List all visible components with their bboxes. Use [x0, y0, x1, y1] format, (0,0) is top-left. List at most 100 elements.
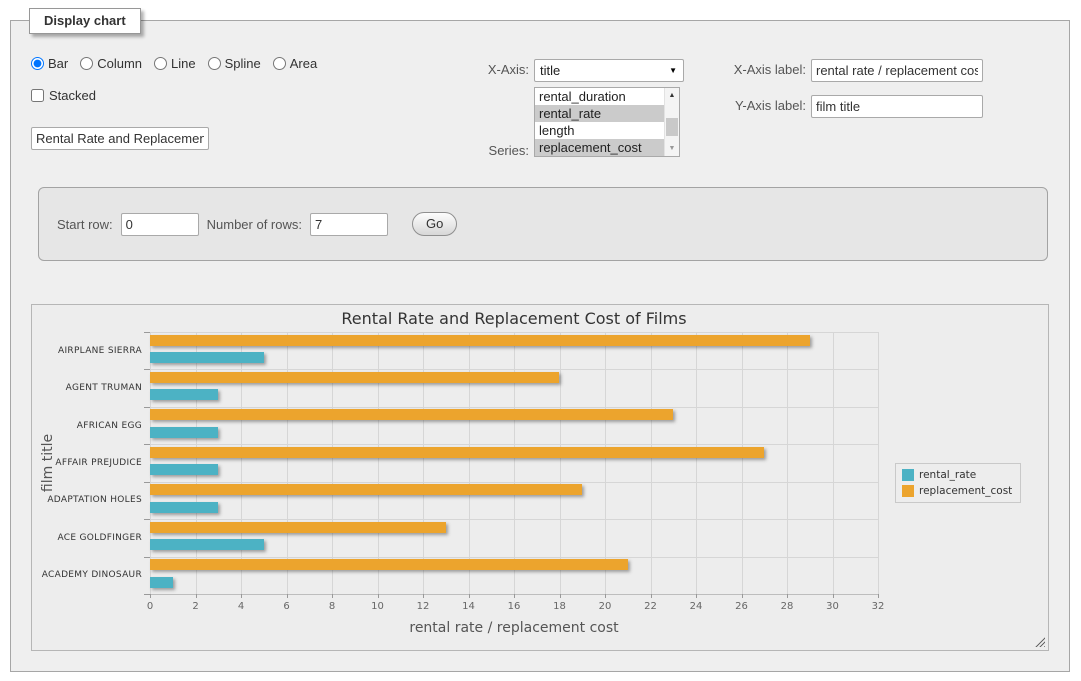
series-scrollbar[interactable]: ▲ ▼: [664, 88, 679, 156]
category-label: AGENT TRUMAN: [32, 369, 142, 406]
gridline: [150, 444, 878, 445]
series-option-rental_rate[interactable]: rental_rate: [535, 105, 664, 122]
series-label: Series:: [451, 143, 529, 158]
x-axis-tick: [423, 594, 424, 598]
x-tick-label: 6: [272, 601, 302, 612]
x-axis-tick: [651, 594, 652, 598]
display-chart-fieldset: Display chart BarColumnLineSplineArea St…: [10, 20, 1070, 672]
category-label: AFFAIR PREJUDICE: [32, 444, 142, 481]
gridline: [742, 332, 743, 594]
x-axis-selected-value: title: [540, 63, 560, 78]
bar-replacement_cost[interactable]: [150, 522, 446, 533]
x-axis-tick: [469, 594, 470, 598]
bar-rental_rate[interactable]: [150, 427, 218, 438]
x-axis-tick: [696, 594, 697, 598]
x-tick-label: 0: [135, 601, 165, 612]
x-axis-tick: [605, 594, 606, 598]
chart-type-radio-area[interactable]: [273, 57, 286, 70]
stacked-option[interactable]: Stacked: [31, 88, 96, 103]
series-listbox-options: rental_durationrental_ratelengthreplacem…: [535, 88, 664, 156]
number-of-rows-input[interactable]: [310, 213, 388, 236]
x-axis-tick: [560, 594, 561, 598]
category-label: ADAPTATION HOLES: [32, 482, 142, 519]
chart-type-option-line[interactable]: Line: [154, 56, 196, 71]
y-axis-tick: [144, 557, 150, 558]
x-axis-title: rental rate / replacement cost: [150, 620, 878, 636]
x-axis-label-label: X-Axis label:: [706, 62, 806, 77]
bar-rental_rate[interactable]: [150, 539, 264, 550]
resize-handle-icon[interactable]: [1034, 636, 1045, 647]
chart-type-radio-bar[interactable]: [31, 57, 44, 70]
bar-replacement_cost[interactable]: [150, 335, 810, 346]
x-axis-label-input[interactable]: [811, 59, 983, 82]
x-axis-tick: [833, 594, 834, 598]
scrollbar-thumb[interactable]: [666, 118, 678, 136]
bar-replacement_cost[interactable]: [150, 372, 559, 383]
category-label: ACADEMY DINOSAUR: [32, 557, 142, 594]
x-axis-tick: [378, 594, 379, 598]
go-button[interactable]: Go: [412, 212, 457, 236]
gridline: [651, 332, 652, 594]
x-tick-label: 12: [408, 601, 438, 612]
start-row-input[interactable]: [121, 213, 199, 236]
gridline: [878, 332, 879, 594]
gridline: [150, 557, 878, 558]
x-tick-label: 8: [317, 601, 347, 612]
bar-replacement_cost[interactable]: [150, 447, 764, 458]
start-row-label: Start row:: [57, 217, 113, 232]
chart-type-radio-line[interactable]: [154, 57, 167, 70]
gridline: [150, 332, 878, 333]
chart-type-option-bar[interactable]: Bar: [31, 56, 68, 71]
y-axis-tick: [144, 519, 150, 520]
bar-rental_rate[interactable]: [150, 502, 218, 513]
legend-label: rental_rate: [919, 469, 976, 481]
chart-type-radio-spline[interactable]: [208, 57, 221, 70]
x-tick-label: 16: [499, 601, 529, 612]
bar-replacement_cost[interactable]: [150, 409, 673, 420]
category-label: AIRPLANE SIERRA: [32, 332, 142, 369]
chart-type-option-column[interactable]: Column: [80, 56, 142, 71]
chart-panel: Rental Rate and Replacement Cost of Film…: [31, 304, 1049, 651]
series-option-length[interactable]: length: [535, 122, 664, 139]
x-axis-tick: [787, 594, 788, 598]
y-axis-tick: [144, 407, 150, 408]
gridline: [150, 519, 878, 520]
legend-swatch: [902, 469, 914, 481]
stacked-label: Stacked: [49, 88, 96, 103]
bar-replacement_cost[interactable]: [150, 484, 582, 495]
x-axis-tick: [514, 594, 515, 598]
legend-item-rental_rate[interactable]: rental_rate: [902, 469, 1012, 481]
y-axis-tick: [144, 594, 150, 595]
series-option-rental_duration[interactable]: rental_duration: [535, 88, 664, 105]
series-option-replacement_cost[interactable]: replacement_cost: [535, 139, 664, 156]
scroll-up-icon[interactable]: ▲: [665, 88, 679, 103]
scroll-down-icon[interactable]: ▼: [665, 141, 679, 156]
x-axis-select[interactable]: title ▼: [534, 59, 684, 82]
number-of-rows-label: Number of rows:: [207, 217, 302, 232]
chart-type-option-area[interactable]: Area: [273, 56, 317, 71]
bar-replacement_cost[interactable]: [150, 559, 628, 570]
y-axis-label-input[interactable]: [811, 95, 983, 118]
y-axis-tick: [144, 369, 150, 370]
x-tick-label: 10: [363, 601, 393, 612]
chart-type-option-spline[interactable]: Spline: [208, 56, 261, 71]
gridline: [833, 332, 834, 594]
legend-item-replacement_cost[interactable]: replacement_cost: [902, 485, 1012, 497]
chart-type-radio-column[interactable]: [80, 57, 93, 70]
gridline: [150, 482, 878, 483]
gridline: [696, 332, 697, 594]
x-axis-select-label: X-Axis:: [451, 62, 529, 77]
bar-rental_rate[interactable]: [150, 352, 264, 363]
y-axis-tick: [144, 482, 150, 483]
x-axis-tick: [332, 594, 333, 598]
gridline: [605, 332, 606, 594]
stacked-checkbox[interactable]: [31, 89, 44, 102]
bar-rental_rate[interactable]: [150, 577, 173, 588]
bar-rental_rate[interactable]: [150, 389, 218, 400]
gridline: [560, 332, 561, 594]
bar-rental_rate[interactable]: [150, 464, 218, 475]
y-axis-tick: [144, 444, 150, 445]
series-listbox[interactable]: rental_durationrental_ratelengthreplacem…: [534, 87, 680, 157]
chart-title-input[interactable]: [31, 127, 209, 150]
x-axis-tick: [150, 594, 151, 598]
